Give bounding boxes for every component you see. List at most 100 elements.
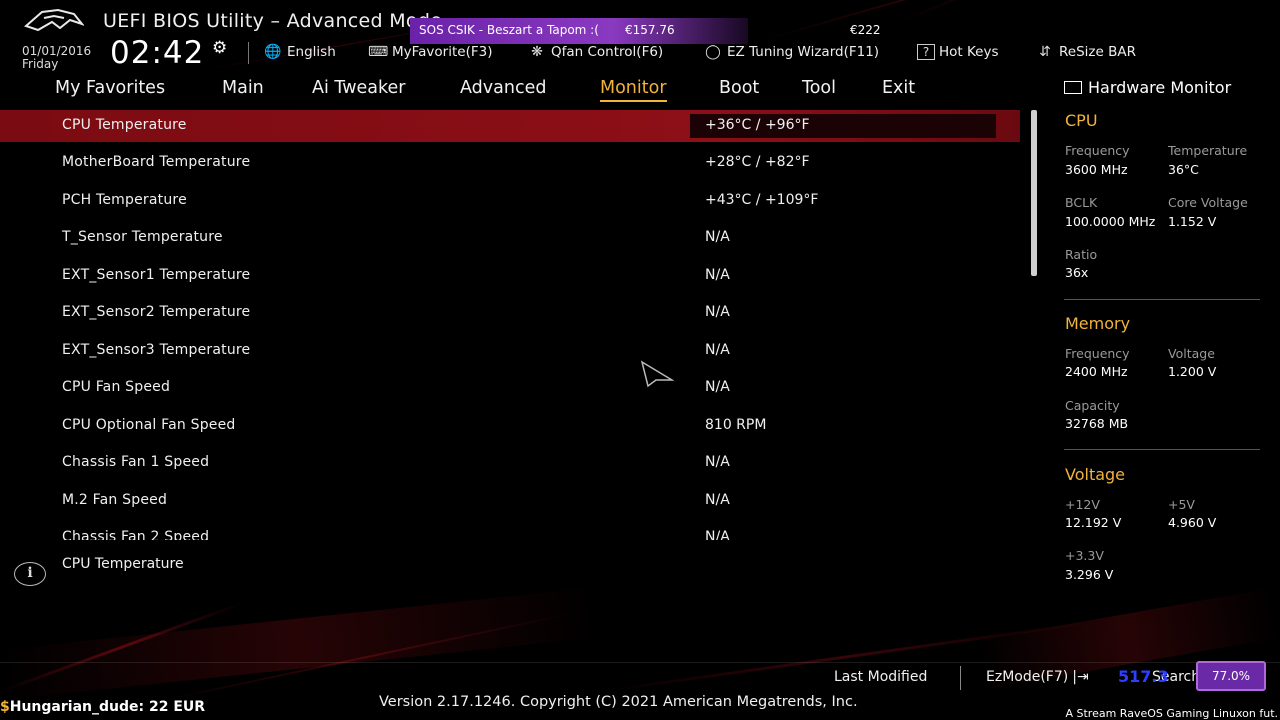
list-item[interactable]: Chassis Fan 2 Speed N/A	[0, 522, 1020, 540]
item-label: EXT_Sensor3 Temperature	[62, 342, 251, 358]
list-item[interactable]: M.2 Fan Speed N/A	[0, 485, 1020, 517]
myfavorite-button[interactable]: ⌨ MyFavorite(F3)	[368, 42, 492, 62]
qfan-control-button[interactable]: ❋ Qfan Control(F6)	[527, 42, 663, 62]
stream-ticker: A Stream RaveOS Gaming Linuxon fut.	[1065, 707, 1278, 720]
question-icon: ?	[917, 44, 935, 60]
tab-ai-tweaker[interactable]: Ai Tweaker	[312, 78, 405, 98]
list-item[interactable]: EXT_Sensor2 Temperature N/A	[0, 297, 1020, 329]
divider	[1064, 449, 1260, 450]
core-voltage-value: 1.152 V	[1168, 214, 1217, 229]
hot-keys-button[interactable]: ? Hot Keys	[917, 42, 999, 62]
stream-counter: 517.3	[1118, 667, 1169, 686]
tab-exit[interactable]: Exit	[882, 78, 915, 98]
weekday: Friday	[22, 57, 59, 71]
capacity-value: 32768 MB	[1065, 416, 1129, 431]
ezmode-label: EzMode(F7)	[986, 669, 1069, 685]
item-value: N/A	[705, 379, 730, 395]
item-value: +43°C / +109°F	[705, 192, 819, 208]
myfavorite-label: MyFavorite(F3)	[392, 44, 493, 60]
item-value: +28°C / +82°F	[705, 154, 810, 170]
resize-bar-label: ReSize BAR	[1059, 44, 1136, 60]
list-item[interactable]: CPU Fan Speed N/A	[0, 372, 1020, 404]
list-item[interactable]: PCH Temperature +43°C / +109°F	[0, 185, 1020, 217]
version-text: Version 2.17.1246. Copyright (C) 2021 Am…	[379, 694, 858, 710]
list-item[interactable]: MotherBoard Temperature +28°C / +82°F	[0, 147, 1020, 179]
v5-label: +5V	[1168, 497, 1195, 512]
v12-label: +12V	[1065, 497, 1100, 512]
help-text: CPU Temperature	[62, 556, 184, 572]
divider	[1064, 299, 1260, 300]
date-display: 01/01/2016 Friday	[22, 45, 91, 71]
mem-voltage-value: 1.200 V	[1168, 364, 1217, 379]
item-label: M.2 Fan Speed	[62, 492, 168, 508]
ezmode-button[interactable]: EzMode(F7) |⇥	[986, 669, 1089, 685]
hw-monitor-title: Hardware Monitor	[1064, 78, 1231, 97]
ez-tuning-label: EZ Tuning Wizard(F11)	[727, 44, 880, 60]
footer-divider	[0, 662, 1280, 663]
donation-goal: €222	[850, 23, 881, 37]
ratio-value: 36x	[1065, 265, 1089, 280]
qfan-label: Qfan Control(F6)	[551, 44, 664, 60]
monitor-list: CPU Temperature +36°C / +96°F MotherBoar…	[0, 110, 1020, 540]
tab-main[interactable]: Main	[222, 78, 264, 98]
divider	[960, 666, 961, 690]
item-label: CPU Temperature	[62, 117, 187, 133]
info-icon: i	[14, 562, 46, 586]
tab-advanced[interactable]: Advanced	[460, 78, 546, 98]
last-modified-button[interactable]: Last Modified	[834, 669, 927, 685]
v33-label: +3.3V	[1065, 548, 1104, 563]
tab-boot[interactable]: Boot	[719, 78, 759, 98]
tab-monitor[interactable]: Monitor	[600, 78, 667, 102]
voltage-heading: Voltage	[1065, 465, 1126, 484]
item-value: N/A	[705, 492, 730, 508]
item-value: N/A	[705, 342, 730, 358]
rog-logo-icon	[24, 8, 84, 32]
v5-value: 4.960 V	[1168, 515, 1217, 530]
bclk-label: BCLK	[1065, 195, 1098, 210]
list-item[interactable]: CPU Temperature +36°C / +96°F	[0, 110, 1020, 142]
donation-amount: €157.76	[625, 23, 675, 37]
help-area: i	[14, 562, 46, 586]
exit-arrow-icon: |⇥	[1072, 669, 1089, 685]
language-button[interactable]: 🌐 English	[263, 42, 336, 62]
list-item[interactable]: Chassis Fan 1 Speed N/A	[0, 447, 1020, 479]
mem-voltage-label: Voltage	[1168, 346, 1215, 361]
clock: 02:42	[110, 35, 205, 71]
mem-frequency-value: 2400 MHz	[1065, 364, 1128, 379]
bclk-value: 100.0000 MHz	[1065, 214, 1156, 229]
list-item[interactable]: EXT_Sensor1 Temperature N/A	[0, 260, 1020, 292]
gear-icon[interactable]: ⚙	[212, 38, 227, 58]
stream-donor-text: $Hungarian_dude: 22 EUR	[0, 699, 205, 715]
cpu-frequency-value: 3600 MHz	[1065, 162, 1128, 177]
list-item[interactable]: CPU Optional Fan Speed 810 RPM	[0, 410, 1020, 442]
app-title: UEFI BIOS Utility – Advanced Mode	[103, 10, 443, 32]
resize-bar-button[interactable]: ⇵ ReSize BAR	[1035, 42, 1136, 62]
item-label: CPU Fan Speed	[62, 379, 171, 395]
list-scrollbar[interactable]	[1031, 110, 1037, 276]
item-label: CPU Optional Fan Speed	[62, 417, 236, 433]
resize-bar-icon: ⇵	[1039, 44, 1051, 60]
hot-keys-label: Hot Keys	[939, 44, 999, 60]
v12-value: 12.192 V	[1065, 515, 1122, 530]
item-label: Chassis Fan 1 Speed	[62, 454, 210, 470]
core-voltage-label: Core Voltage	[1168, 195, 1248, 210]
tab-tool[interactable]: Tool	[802, 78, 836, 98]
globe-icon: 🌐	[264, 44, 282, 60]
ez-tuning-wizard-button[interactable]: ◯ EZ Tuning Wizard(F11)	[703, 42, 879, 62]
ratio-label: Ratio	[1065, 247, 1098, 262]
stream-donation-overlay: SOS CSIK - Beszart a Tapom :( €157.76	[410, 18, 748, 44]
hardware-monitor-panel: Hardware Monitor CPU Frequency 3600 MHz …	[1040, 70, 1280, 590]
list-item[interactable]: EXT_Sensor3 Temperature N/A	[0, 335, 1020, 367]
item-value: +36°C / +96°F	[705, 117, 810, 133]
fan-icon: ❋	[531, 44, 543, 60]
divider	[248, 42, 249, 64]
item-value: N/A	[705, 267, 730, 283]
language-label: English	[287, 44, 336, 60]
memory-heading: Memory	[1065, 314, 1131, 333]
item-label: T_Sensor Temperature	[62, 229, 223, 245]
cpu-frequency-label: Frequency	[1065, 143, 1130, 158]
list-item[interactable]: T_Sensor Temperature N/A	[0, 222, 1020, 254]
item-value: N/A	[705, 229, 730, 245]
item-label: PCH Temperature	[62, 192, 187, 208]
tab-my-favorites[interactable]: My Favorites	[55, 78, 165, 98]
